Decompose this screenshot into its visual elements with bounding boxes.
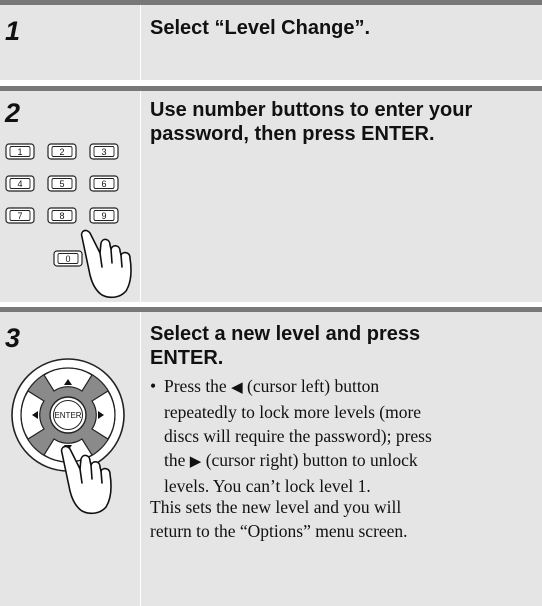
keypad-key-label: 0 — [65, 254, 70, 264]
number-keypad-illustration: 1 2 3 4 5 6 7 8 9 0 — [5, 143, 132, 299]
keypad-key-6: 6 — [89, 175, 119, 192]
column-divider — [140, 5, 141, 80]
bullet-line-4: the ▶ (cursor right) button to unlock — [150, 448, 542, 474]
note-line-1: This sets the new level and you will — [150, 497, 402, 517]
cursor-pad-illustration: ENTER — [11, 358, 125, 515]
step-2-panel: 2 Use number buttons to enter your passw… — [0, 86, 542, 302]
step-heading-line-1: Use number buttons to enter your — [150, 99, 473, 121]
cursor-right-icon: ▶ — [189, 454, 202, 470]
bullet-text: the — [164, 450, 190, 470]
keypad-key-3: 3 — [89, 143, 119, 160]
note-line-2: return to the “Options” menu screen. — [150, 521, 408, 541]
keypad-key-8: 8 — [47, 207, 77, 224]
step-heading-line-2: ENTER. — [150, 347, 224, 369]
keypad-key-0: 0 — [53, 250, 83, 267]
keypad-key-7: 7 — [5, 207, 35, 224]
instruction-bullet: • Press the ◀ (cursor left) button repea… — [150, 374, 542, 498]
bullet-line-2: repeatedly to lock more levels (more — [164, 402, 422, 422]
keypad-key-label: 2 — [59, 147, 64, 157]
column-divider — [140, 91, 141, 302]
step-number: 1 — [5, 16, 21, 46]
cursor-left-icon: ◀ — [231, 380, 243, 396]
step-heading: Select “Level Change”. — [150, 17, 371, 39]
result-note: This sets the new level and you will ret… — [150, 495, 408, 543]
column-divider — [140, 312, 141, 606]
step-separator — [0, 0, 542, 5]
keypad-key-label: 8 — [59, 211, 64, 221]
keypad-key-5: 5 — [47, 175, 77, 192]
keypad-key-4: 4 — [5, 175, 35, 192]
step-heading-line-2: password, then press ENTER. — [150, 123, 435, 145]
bullet-text: Press the — [164, 376, 232, 396]
bullet-line-1: Press the ◀ (cursor left) button — [150, 374, 542, 400]
keypad-key-label: 1 — [17, 147, 22, 157]
bullet-text: (cursor left) button — [242, 376, 380, 396]
keypad-key-label: 7 — [17, 211, 22, 221]
keypad-key-label: 6 — [101, 179, 106, 189]
bullet-marker: • — [150, 376, 157, 396]
keypad-key-9: 9 — [89, 207, 119, 224]
bullet-line-3: discs will require the password); press — [164, 426, 432, 446]
keypad-key-label: 5 — [59, 179, 64, 189]
bullet-text: (cursor right) button to unlock — [201, 450, 418, 470]
enter-button-label: ENTER — [54, 411, 81, 420]
keypad-key-1: 1 — [5, 143, 35, 160]
keypad-key-label: 4 — [17, 179, 22, 189]
step-3-panel: 3 Select a new level and press ENTER. EN… — [0, 307, 542, 606]
step-heading-line-1: Select a new level and press — [150, 323, 421, 345]
keypad-key-2: 2 — [47, 143, 77, 160]
pressing-hand-icon — [80, 229, 132, 299]
step-1-panel: 1 Select “Level Change”. — [0, 0, 542, 80]
keypad-key-label: 9 — [101, 211, 106, 221]
step-separator — [0, 307, 542, 312]
keypad-key-label: 3 — [101, 147, 106, 157]
